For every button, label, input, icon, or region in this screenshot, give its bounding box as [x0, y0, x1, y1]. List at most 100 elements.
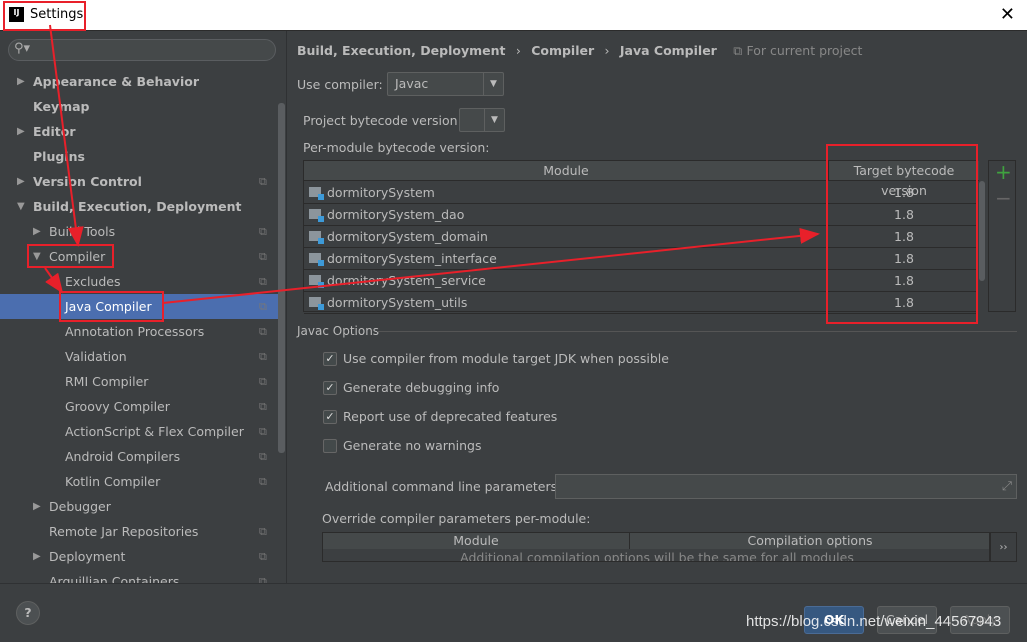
breadcrumb-item: Java Compiler: [619, 43, 717, 58]
override-label: Override compiler parameters per-module:: [322, 511, 591, 526]
sidebar-item[interactable]: ActionScript & Flex Compiler ⧉: [0, 419, 279, 444]
table-row[interactable]: dormitorySystem_service 1.8: [304, 270, 976, 292]
sidebar-item[interactable]: Android Compilers ⧉: [0, 444, 279, 469]
chevron-down-icon: ▼: [483, 73, 503, 95]
collapsed-arrow-icon[interactable]: ▶: [17, 169, 25, 194]
sidebar-item[interactable]: Kotlin Compiler ⧉: [0, 469, 279, 494]
checkbox-label[interactable]: Generate debugging info: [343, 380, 499, 395]
expand-icon[interactable]: ⤢: [1002, 478, 1012, 494]
sidebar-item-label: Validation: [65, 349, 127, 364]
chevron-down-icon: ▼: [484, 109, 504, 131]
checkbox[interactable]: ✓: [323, 352, 337, 366]
override-table[interactable]: Module Compilation options Additional co…: [322, 532, 990, 562]
module-folder-icon: [309, 297, 324, 310]
table-row[interactable]: dormitorySystem_dao 1.8: [304, 204, 976, 226]
sidebar-item[interactable]: ▶ Deployment ⧉: [0, 544, 279, 569]
checkbox-label[interactable]: Use compiler from module target JDK when…: [343, 351, 669, 366]
close-button[interactable]: ✕: [1000, 4, 1015, 25]
sidebar-item-label: ActionScript & Flex Compiler: [65, 424, 244, 439]
project-scope-icon: ⧉: [259, 225, 267, 238]
module-name: dormitorySystem_domain: [327, 229, 488, 244]
project-scope-icon: ⧉: [259, 425, 267, 438]
checkbox[interactable]: [323, 439, 337, 453]
search-icon: ⚲▾: [14, 41, 31, 56]
collapsed-arrow-icon[interactable]: ▶: [17, 119, 25, 144]
project-scope-icon: ⧉: [259, 575, 267, 583]
checkbox-label[interactable]: Generate no warnings: [343, 438, 481, 453]
per-module-table[interactable]: Module Target bytecode version dormitory…: [303, 160, 979, 314]
search-input[interactable]: ⚲▾: [8, 39, 276, 61]
sidebar-item-label: Java Compiler: [65, 299, 152, 314]
sidebar-item[interactable]: Excludes ⧉: [0, 269, 279, 294]
module-name: dormitorySystem_dao: [327, 207, 465, 222]
collapsed-arrow-icon[interactable]: ▶: [33, 544, 41, 569]
target-version[interactable]: 1.8: [829, 185, 979, 200]
column-header-module[interactable]: Module: [304, 161, 829, 181]
sidebar-item[interactable]: Groovy Compiler ⧉: [0, 394, 279, 419]
sidebar-item-label: Editor: [33, 124, 76, 139]
module-folder-icon: [309, 275, 324, 288]
checkbox[interactable]: ✓: [323, 410, 337, 424]
sidebar-item[interactable]: Annotation Processors ⧉: [0, 319, 279, 344]
compiler-select[interactable]: Javac ▼: [387, 72, 504, 96]
sidebar-item[interactable]: Arquillian Containers ⧉: [0, 569, 279, 583]
collapsed-arrow-icon[interactable]: ▶: [17, 69, 25, 94]
sidebar-item-label: Excludes: [65, 274, 121, 289]
remove-icon[interactable]: −: [995, 186, 1012, 210]
override-column-module[interactable]: Module: [323, 533, 630, 549]
add-icon[interactable]: +: [995, 160, 1012, 184]
target-version[interactable]: 1.8: [829, 229, 979, 244]
bytecode-select[interactable]: ▼: [459, 108, 505, 132]
sidebar-item-label: Deployment: [49, 549, 126, 564]
expanded-arrow-icon[interactable]: ▼: [17, 194, 25, 219]
collapsed-arrow-icon[interactable]: ▶: [33, 494, 41, 519]
table-row[interactable]: dormitorySystem 1.8: [304, 182, 976, 204]
project-scope-icon: ⧉: [259, 175, 267, 188]
override-column-options[interactable]: Compilation options: [630, 533, 989, 549]
sidebar-item[interactable]: ▶ Build Tools ⧉: [0, 219, 279, 244]
checkbox-label[interactable]: Report use of deprecated features: [343, 409, 557, 424]
table-scrollbar[interactable]: [979, 181, 985, 281]
project-scope-icon: ⧉: [259, 550, 267, 563]
sidebar-item[interactable]: ▼ Compiler ⧉: [0, 244, 279, 269]
column-header-target[interactable]: Target bytecode version: [829, 161, 979, 198]
sidebar-item[interactable]: Validation ⧉: [0, 344, 279, 369]
checkbox[interactable]: ✓: [323, 381, 337, 395]
more-icon[interactable]: ››: [990, 532, 1017, 562]
sidebar-item[interactable]: RMI Compiler ⧉: [0, 369, 279, 394]
sidebar-item-label: Plugins: [33, 149, 85, 164]
target-version[interactable]: 1.8: [829, 273, 979, 288]
module-name: dormitorySystem: [327, 185, 435, 200]
sidebar-item[interactable]: ▶ Editor: [0, 119, 279, 144]
project-scope-icon: ⧉: [259, 475, 267, 488]
table-row[interactable]: dormitorySystem_interface 1.8: [304, 248, 976, 270]
target-version[interactable]: 1.8: [829, 295, 979, 310]
additional-params-input[interactable]: ⤢: [555, 474, 1017, 499]
sidebar-item[interactable]: Remote Jar Repositories ⧉: [0, 519, 279, 544]
table-row[interactable]: dormitorySystem_utils 1.8: [304, 292, 976, 314]
module-name: dormitorySystem_utils: [327, 295, 468, 310]
watermark: https://blog.csdn.net/weixin_44567943: [746, 613, 1002, 630]
project-scope-icon: ⧉: [259, 450, 267, 463]
project-scope-icon: ⧉: [259, 275, 267, 288]
project-scope-icon: ⧉: [259, 325, 267, 338]
target-version[interactable]: 1.8: [829, 251, 979, 266]
module-folder-icon: [309, 209, 324, 222]
sidebar-item[interactable]: Java Compiler ⧉: [0, 294, 279, 319]
module-name: dormitorySystem_interface: [327, 251, 497, 266]
sidebar-item[interactable]: ▶ Debugger: [0, 494, 279, 519]
sidebar-scrollbar[interactable]: [278, 103, 285, 453]
sidebar-item[interactable]: ▶ Appearance & Behavior: [0, 69, 279, 94]
breadcrumb-separator: ›: [604, 43, 610, 58]
target-version[interactable]: 1.8: [829, 207, 979, 222]
project-scope-icon: ⧉: [733, 43, 743, 58]
sidebar-item[interactable]: ▼ Build, Execution, Deployment: [0, 194, 279, 219]
sidebar-item[interactable]: Keymap: [0, 94, 279, 119]
sidebar-item[interactable]: ▶ Version Control ⧉: [0, 169, 279, 194]
sidebar-item[interactable]: Plugins: [0, 144, 279, 169]
collapsed-arrow-icon[interactable]: ▶: [33, 219, 41, 244]
help-button[interactable]: ?: [16, 601, 40, 625]
expanded-arrow-icon[interactable]: ▼: [33, 244, 41, 269]
table-row[interactable]: dormitorySystem_domain 1.8: [304, 226, 976, 248]
sidebar-item-label: Build Tools: [49, 224, 116, 239]
